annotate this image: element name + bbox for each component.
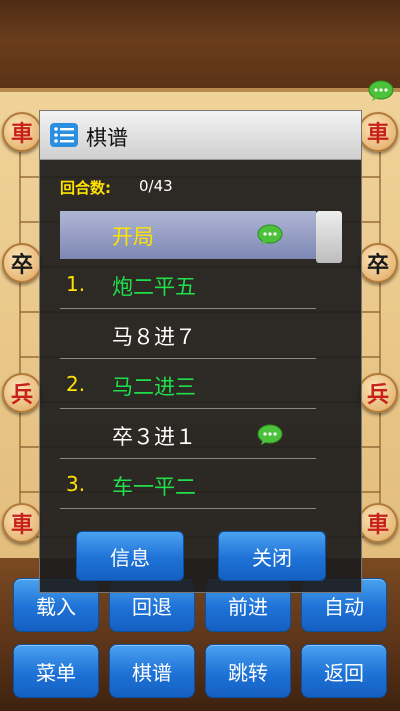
round-count-label: 回合数: xyxy=(60,179,111,197)
move-text: 车一平二 xyxy=(112,475,196,499)
piece-black-soldier[interactable]: 卒 xyxy=(358,243,398,283)
chat-bubble-icon[interactable] xyxy=(368,80,394,102)
piece-red-chariot[interactable]: 車 xyxy=(2,112,42,152)
back-button[interactable]: 返回 xyxy=(301,644,387,698)
piece-black-soldier[interactable]: 卒 xyxy=(2,243,42,283)
jump-button[interactable]: 跳转 xyxy=(205,644,291,698)
move-number: 2. xyxy=(66,372,86,396)
move-row[interactable]: 3. 车一平二 xyxy=(60,461,316,509)
round-count-value: 0/43 xyxy=(139,177,173,195)
info-button[interactable]: 信息 xyxy=(76,531,184,581)
game-record-dialog: 棋谱 回合数: 0/43 开局 1. 炮二平五 马８进７ 2. 马二进三 卒３进… xyxy=(39,110,362,593)
move-row[interactable]: 1. 炮二平五 xyxy=(60,261,316,309)
piece-red-soldier[interactable]: 兵 xyxy=(358,373,398,413)
game-record-button[interactable]: 棋谱 xyxy=(109,644,195,698)
menu-button[interactable]: 菜单 xyxy=(13,644,99,698)
move-text: 炮二平五 xyxy=(112,275,196,299)
list-scrollbar[interactable] xyxy=(316,211,342,263)
close-button[interactable]: 关闭 xyxy=(218,531,326,581)
piece-red-chariot[interactable]: 車 xyxy=(2,503,42,543)
move-row[interactable]: 2. 马二进三 xyxy=(60,361,316,409)
move-text: 马二进三 xyxy=(112,375,196,399)
piece-red-soldier[interactable]: 兵 xyxy=(2,373,42,413)
top-wood-frame xyxy=(0,0,400,90)
move-number: 3. xyxy=(66,472,86,496)
move-number: 1. xyxy=(66,272,86,296)
move-text: 马８进７ xyxy=(112,325,196,349)
move-row[interactable]: 卒３进１ xyxy=(60,411,316,459)
move-row[interactable]: 马８进７ xyxy=(60,311,316,359)
comment-icon[interactable] xyxy=(257,224,283,246)
move-text: 卒３进１ xyxy=(112,425,196,449)
dialog-title: 棋谱 xyxy=(86,126,128,150)
piece-red-chariot[interactable]: 車 xyxy=(358,503,398,543)
move-row[interactable]: 开局 xyxy=(60,211,316,259)
move-text: 开局 xyxy=(112,225,154,249)
list-icon xyxy=(50,123,78,147)
comment-icon[interactable] xyxy=(257,424,283,446)
piece-red-chariot[interactable]: 車 xyxy=(358,112,398,152)
dialog-header: 棋谱 xyxy=(40,111,361,160)
